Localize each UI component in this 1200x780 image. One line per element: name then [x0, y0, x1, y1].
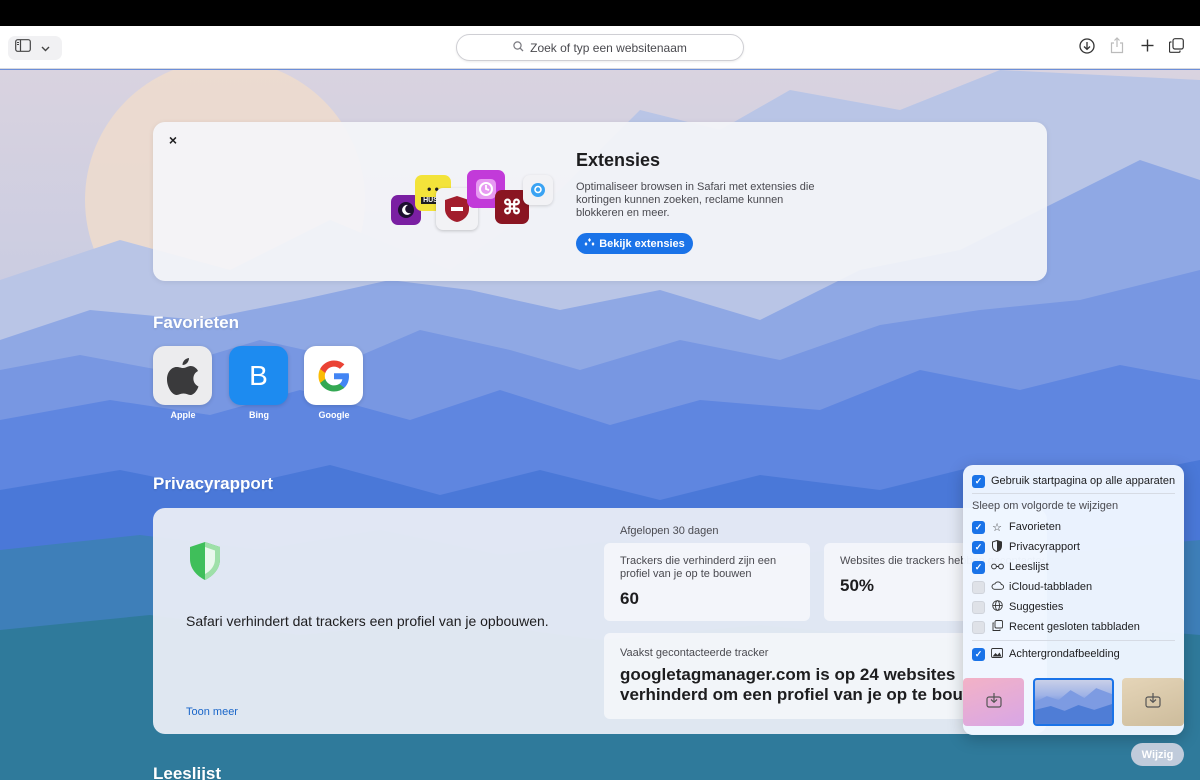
tabs-icon — [991, 620, 1003, 634]
browser-toolbar: Zoek of typ een websitenaam — [0, 26, 1200, 69]
cloud-icon — [991, 581, 1004, 593]
drag-hint: Sleep om volgorde te wijzigen — [972, 500, 1119, 512]
sidebar-icon — [15, 39, 31, 57]
tabs-overview-icon — [1168, 38, 1184, 58]
use-on-all-devices-label: Gebruik startpagina op alle apparaten — [991, 475, 1176, 487]
extensions-puzzle-icon — [584, 237, 595, 251]
section-toggle-privacy-report[interactable]: ✓ Privacyrapport — [972, 539, 1080, 555]
shield-icon — [991, 539, 1003, 555]
bing-icon: B — [229, 346, 288, 405]
background-image-label: Achtergrondafbeelding — [1009, 648, 1120, 660]
show-more-link[interactable]: Toon meer — [186, 706, 238, 718]
download-icon — [1079, 37, 1095, 59]
plus-icon — [1141, 39, 1154, 57]
favorite-label: Google — [318, 410, 350, 420]
search-extension-icon — [523, 175, 553, 205]
tab-overview-button[interactable] — [1165, 36, 1187, 60]
privacy-report-card[interactable]: Safari verhindert dat trackers een profi… — [153, 508, 1047, 734]
view-extensions-label: Bekijk extensies — [599, 237, 685, 250]
trackers-prevented-stat: Trackers die verhinderd zijn een profiel… — [604, 543, 810, 621]
download-icon — [985, 692, 1002, 713]
section-label: Leeslijst — [1009, 561, 1049, 573]
star-icon: ☆ — [992, 521, 1002, 534]
reading-list-title: Leeslijst — [153, 764, 222, 780]
privacy-shield-icon — [188, 541, 222, 586]
favorite-google[interactable]: Google — [304, 346, 364, 420]
privacy-report-title: Privacyrapport — [153, 474, 273, 493]
stat-value: 60 — [620, 589, 639, 608]
divider — [972, 640, 1175, 641]
section-toggle-icloud-tabs[interactable]: iCloud-tabbladen — [972, 579, 1092, 595]
use-on-all-devices-toggle[interactable]: ✓ Gebruik startpagina op alle apparaten — [972, 473, 1175, 489]
background-thumbnail-pink[interactable] — [963, 678, 1024, 726]
download-icon — [1145, 692, 1161, 713]
background-thumbnail-mountains[interactable] — [1033, 678, 1114, 726]
customize-start-page-popover: ✓ Gebruik startpagina op alle apparaten … — [963, 465, 1184, 735]
extension-icons: • • HUSH ⌘ — [389, 170, 557, 234]
extensions-description: Optimaliseer browsen in Safari met exten… — [576, 181, 815, 219]
section-label: iCloud-tabbladen — [1009, 581, 1093, 593]
google-logo-icon — [304, 346, 363, 405]
privacy-message: Safari verhindert dat trackers een profi… — [186, 613, 549, 629]
download-button[interactable] — [1076, 36, 1098, 60]
checkbox-unchecked[interactable] — [972, 620, 985, 634]
sidebar-toggle-button[interactable] — [8, 36, 62, 60]
section-toggle-suggestions[interactable]: Suggesties — [972, 599, 1063, 615]
section-toggle-reading-list[interactable]: ✓ Leeslijst — [972, 559, 1049, 575]
favorite-apple[interactable]: Apple — [153, 346, 213, 420]
checkbox-checked[interactable]: ✓ — [972, 540, 985, 554]
section-label: Suggesties — [1009, 601, 1064, 613]
divider — [972, 493, 1175, 494]
checkbox-checked[interactable]: ✓ — [972, 474, 985, 488]
favorite-label: Bing — [249, 410, 269, 420]
background-thumbnail-sand[interactable] — [1122, 678, 1184, 726]
image-icon — [991, 647, 1003, 661]
glasses-icon — [991, 561, 1004, 573]
checkbox-checked[interactable]: ✓ — [972, 520, 985, 534]
checkbox-checked[interactable]: ✓ — [972, 560, 985, 574]
favorites-title: Favorieten — [153, 313, 239, 332]
menu-bar — [0, 0, 1200, 26]
checkbox-unchecked[interactable] — [972, 580, 985, 594]
section-label: Favorieten — [1009, 521, 1061, 533]
close-icon[interactable]: × — [165, 132, 181, 148]
favorite-bing[interactable]: B Bing — [229, 346, 289, 420]
privacy-period: Afgelopen 30 dagen — [620, 525, 719, 537]
search-icon — [513, 40, 524, 55]
share-icon — [1110, 37, 1124, 59]
address-bar[interactable]: Zoek of typ een websitenaam — [456, 34, 744, 61]
extensions-title: Extensies — [576, 150, 661, 170]
chevron-down-icon[interactable] — [41, 39, 50, 57]
stat-label: Trackers die verhinderd zijn een profiel… — [620, 555, 777, 580]
view-extensions-button[interactable]: Bekijk extensies — [576, 233, 693, 254]
edit-start-page-button[interactable]: Wijzig — [1131, 743, 1184, 766]
new-tab-button[interactable] — [1136, 36, 1158, 60]
favorite-label: Apple — [170, 410, 196, 420]
section-toggle-favorites[interactable]: ✓ ☆ Favorieten — [972, 519, 1061, 535]
background-image-toggle[interactable]: ✓ Achtergrondafbeelding — [972, 646, 1120, 662]
background-thumbnails — [963, 670, 1184, 735]
globe-icon — [991, 600, 1003, 614]
checkbox-checked[interactable]: ✓ — [972, 647, 985, 661]
extensions-card: × • • HUSH ⌘ Extensies Optimaliseer brow… — [153, 122, 1047, 281]
share-button[interactable] — [1106, 36, 1128, 60]
apple-logo-icon — [153, 346, 212, 405]
top-tracker-text: googletagmanager.com is op 24 websites v… — [620, 665, 996, 704]
section-label: Recent gesloten tabbladen — [1009, 621, 1140, 633]
checkbox-unchecked[interactable] — [972, 600, 985, 614]
section-label: Privacyrapport — [1009, 541, 1080, 553]
address-placeholder: Zoek of typ een websitenaam — [530, 40, 687, 55]
section-toggle-recently-closed-tabs[interactable]: Recent gesloten tabbladen — [972, 619, 1140, 635]
